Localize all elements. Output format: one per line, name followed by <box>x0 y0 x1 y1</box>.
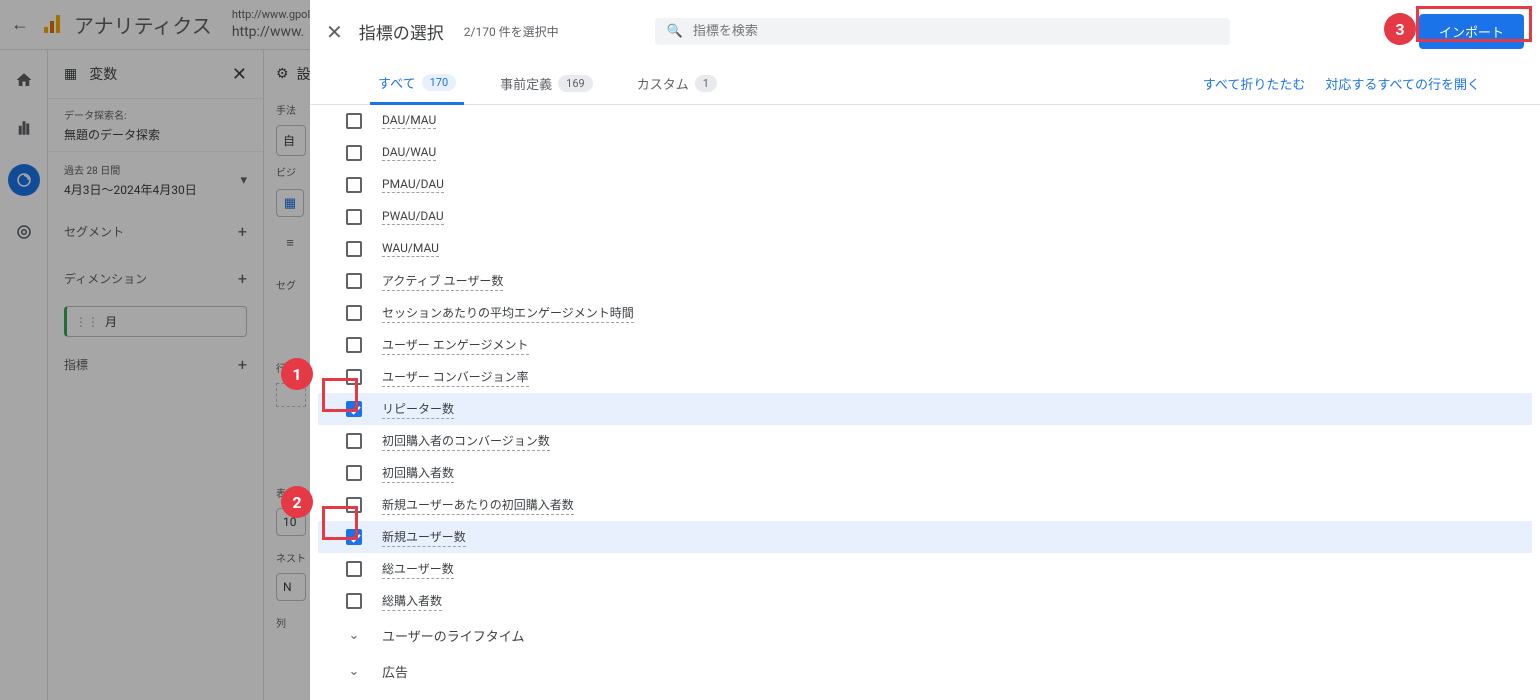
metric-checkbox[interactable] <box>344 111 364 131</box>
tab-all[interactable]: すべて 170 <box>370 63 464 105</box>
metric-picker-modal: ✕ 指標の選択 2/170 件を選択中 🔍 インポート すべて 170 事前定義… <box>310 0 1540 700</box>
callout-2-box <box>322 506 358 540</box>
metric-row[interactable]: セッションあたりの平均エンゲージメント時間 <box>318 297 1532 329</box>
metric-checkbox[interactable] <box>344 143 364 163</box>
metric-row[interactable]: アクティブ ユーザー数 <box>318 265 1532 297</box>
metric-row[interactable]: PWAU/DAU <box>318 201 1532 233</box>
metric-row[interactable]: 新規ユーザー数 <box>318 521 1532 553</box>
metric-checkbox[interactable] <box>344 175 364 195</box>
tab-predefined-count: 169 <box>558 75 593 92</box>
expand-all-link[interactable]: 対応するすべての行を開く <box>1325 74 1480 93</box>
metric-group-row[interactable]: ⌄収益 <box>318 689 1532 700</box>
metric-row[interactable]: 初回購入者数 <box>318 457 1532 489</box>
metric-row[interactable]: DAU/MAU <box>318 105 1532 137</box>
metric-label: 総ユーザー数 <box>382 560 454 579</box>
metric-label: DAU/MAU <box>382 113 436 129</box>
metric-row[interactable]: 新規ユーザーあたりの初回購入者数 <box>318 489 1532 521</box>
metric-checkbox[interactable] <box>344 271 364 291</box>
chevron-down-icon: ⌄ <box>344 664 364 679</box>
metric-group-row[interactable]: ⌄ 広告 <box>318 653 1532 689</box>
metric-checkbox[interactable] <box>344 559 364 579</box>
metric-row[interactable]: 総購入者数 <box>318 585 1532 617</box>
collapse-all-link[interactable]: すべて折りたたむ <box>1203 74 1306 93</box>
metric-label: PWAU/DAU <box>382 209 444 225</box>
metric-list[interactable]: DAU/MAU DAU/WAU PMAU/DAU PWAU/DAU WAU/MAU アクテ… <box>310 105 1540 700</box>
metric-label: ユーザー コンバージョン率 <box>382 368 529 387</box>
metric-label: 初回購入者のコンバージョン数 <box>382 432 550 451</box>
metric-group-row[interactable]: ⌄ ユーザーのライフタイム <box>318 617 1532 653</box>
metric-row[interactable]: ユーザー コンバージョン率 <box>318 361 1532 393</box>
tab-custom[interactable]: カスタム 1 <box>629 63 725 105</box>
close-modal-icon[interactable]: ✕ <box>326 20 343 44</box>
metric-label: ユーザー エンゲージメント <box>382 336 529 355</box>
callout-3-box <box>1416 6 1532 42</box>
search-icon: 🔍 <box>667 24 683 39</box>
metric-label: 新規ユーザー数 <box>382 528 466 547</box>
chevron-down-icon: ⌄ <box>344 628 364 643</box>
tab-custom-label: カスタム <box>637 74 689 93</box>
metric-checkbox[interactable] <box>344 303 364 323</box>
metric-label: DAU/WAU <box>382 145 436 161</box>
modal-header: ✕ 指標の選択 2/170 件を選択中 🔍 インポート <box>310 0 1540 63</box>
metric-row[interactable]: PMAU/DAU <box>318 169 1532 201</box>
metric-label: WAU/MAU <box>382 241 439 257</box>
tab-predefined-label: 事前定義 <box>500 74 552 93</box>
metric-checkbox[interactable] <box>344 335 364 355</box>
metric-checkbox[interactable] <box>344 591 364 611</box>
tab-custom-count: 1 <box>695 75 717 92</box>
modal-title: 指標の選択 <box>359 19 444 44</box>
callout-1-box <box>322 378 358 412</box>
metric-row[interactable]: 総ユーザー数 <box>318 553 1532 585</box>
metric-row[interactable]: ユーザー エンゲージメント <box>318 329 1532 361</box>
callout-3: 3 <box>1384 13 1416 45</box>
metric-row[interactable]: リピーター数 <box>318 393 1532 425</box>
metric-checkbox[interactable] <box>344 463 364 483</box>
search-box[interactable]: 🔍 <box>655 18 1230 45</box>
callout-2: 2 <box>281 486 313 518</box>
group-label: 広告 <box>382 662 408 681</box>
metric-checkbox[interactable] <box>344 239 364 259</box>
callout-1: 1 <box>281 358 313 390</box>
group-label: ユーザーのライフタイム <box>382 626 524 645</box>
metric-label: リピーター数 <box>382 400 454 419</box>
metric-row[interactable]: 初回購入者のコンバージョン数 <box>318 425 1532 457</box>
tab-all-count: 170 <box>422 74 457 91</box>
tab-predefined[interactable]: 事前定義 169 <box>492 63 601 105</box>
metric-label: セッションあたりの平均エンゲージメント時間 <box>382 304 634 323</box>
search-input[interactable] <box>693 24 1218 39</box>
metric-checkbox[interactable] <box>344 207 364 227</box>
metric-label: 新規ユーザーあたりの初回購入者数 <box>382 496 574 515</box>
metric-label: 総購入者数 <box>382 592 442 611</box>
metric-row[interactable]: WAU/MAU <box>318 233 1532 265</box>
metric-row[interactable]: DAU/WAU <box>318 137 1532 169</box>
metric-label: 初回購入者数 <box>382 464 454 483</box>
metric-label: PMAU/DAU <box>382 177 444 193</box>
modal-subtitle: 2/170 件を選択中 <box>464 23 559 40</box>
modal-overlay[interactable] <box>0 0 310 700</box>
metric-label: アクティブ ユーザー数 <box>382 272 503 291</box>
metric-checkbox[interactable] <box>344 431 364 451</box>
modal-tabs: すべて 170 事前定義 169 カスタム 1 すべて折りたたむ 対応するすべて… <box>310 63 1540 105</box>
tab-all-label: すべて <box>378 73 416 92</box>
